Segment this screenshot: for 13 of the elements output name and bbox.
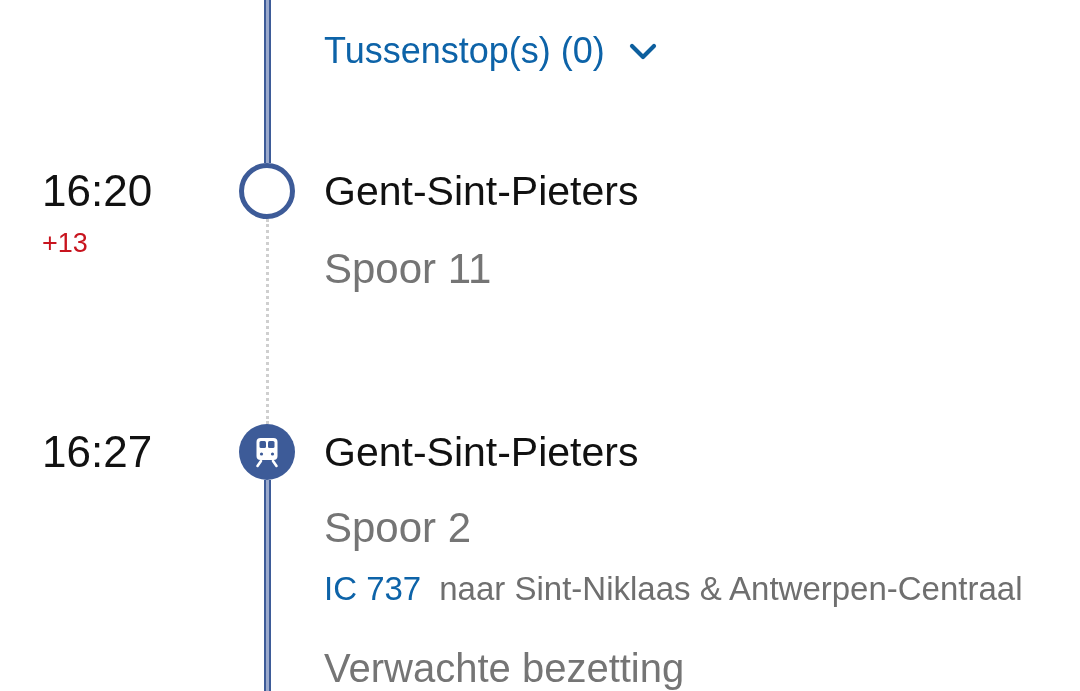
delay-text: +13 — [42, 228, 88, 258]
stop-circle-icon — [239, 163, 295, 219]
station-name: Gent-Sint-Pieters — [324, 167, 639, 216]
train-direction: naar Sint-Niklaas & Antwerpen-Centraal — [439, 569, 1023, 609]
train-icon — [239, 424, 295, 480]
time-text: 16:27 — [42, 426, 153, 478]
platform-text: Spoor 2 — [324, 503, 472, 553]
occupancy-label: Verwachte bezetting — [324, 645, 685, 691]
platform-text: Spoor 11 — [324, 244, 492, 294]
intermediate-stops-toggle[interactable]: Tussenstop(s) (0) — [324, 28, 657, 74]
train-number-link[interactable]: IC 737 — [324, 569, 422, 609]
time-text: 16:20 — [42, 165, 153, 217]
station-name: Gent-Sint-Pieters — [324, 428, 639, 477]
